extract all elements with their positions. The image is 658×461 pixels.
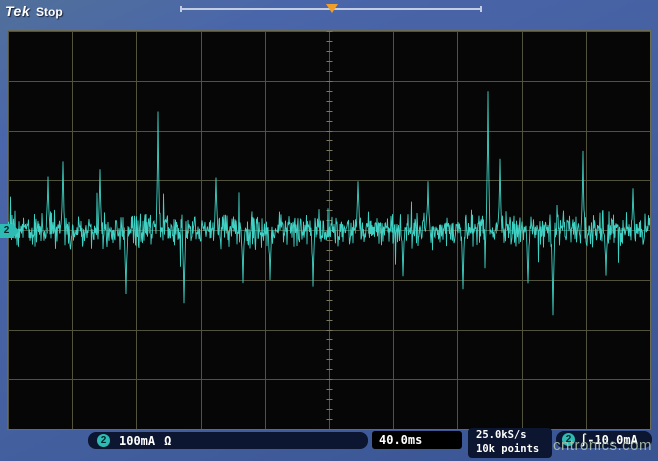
acquisition-status: Stop [36,5,63,19]
channel-2-badge: 2 [97,434,110,447]
timebase-value: 40.0ms [379,433,422,447]
sample-rate: 25.0kS/s [476,429,527,443]
record-length: 10k points [476,443,539,457]
channel-scale: 100mA [119,434,155,448]
channel-readout: 2 100mA Ω [88,432,368,449]
oscilloscope-screen [7,30,651,430]
watermark: cntronics.com [553,437,652,454]
channel-coupling: Ω [164,434,171,448]
timebase-readout: 40.0ms [372,431,462,449]
graticule [8,31,650,429]
acquisition-readout: 25.0kS/s 10k points [468,428,552,458]
oscilloscope-display: Tek Stop 2 2 100mA Ω 40.0ms 25.0kS/s 10k… [0,0,658,461]
channel-2-position-marker: 2 [0,224,13,238]
tek-logo: Tek [5,3,30,19]
trigger-position-marker-icon [326,4,338,13]
